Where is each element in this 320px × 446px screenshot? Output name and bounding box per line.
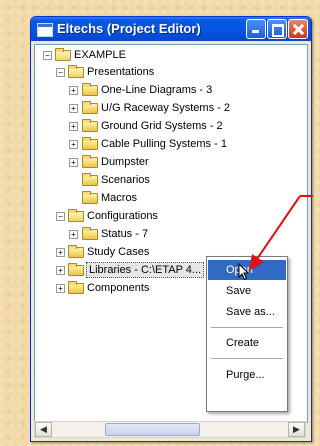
tree-item-label: Presentations: [87, 66, 155, 78]
expand-icon[interactable]: +: [56, 248, 65, 257]
tree-item-example[interactable]: − EXAMPLE: [35, 47, 305, 63]
tree-item-label: Components: [87, 282, 150, 294]
folder-icon: [82, 191, 98, 204]
minimize-button[interactable]: [246, 19, 266, 39]
folder-icon: [82, 101, 98, 114]
tree-item-label: Dumpster: [101, 156, 149, 168]
folder-icon: [82, 83, 98, 96]
annotation-arrow: [249, 195, 313, 271]
tree-item-label: Study Cases: [87, 246, 150, 258]
expand-icon[interactable]: +: [56, 284, 65, 293]
folder-icon: [68, 281, 84, 294]
menu-item-create[interactable]: Create: [208, 333, 286, 353]
tree-item-one-line[interactable]: + One-Line Diagrams - 3: [35, 82, 305, 98]
expand-icon[interactable]: +: [69, 230, 78, 239]
menu-separator: [211, 358, 283, 359]
tree-item-ug-raceway[interactable]: + U/G Raceway Systems - 2: [35, 100, 305, 116]
tree-item-dumpster[interactable]: + Dumpster: [35, 154, 305, 170]
expand-icon[interactable]: +: [69, 158, 78, 167]
expand-icon[interactable]: +: [56, 266, 65, 275]
window-title: Eltechs (Project Editor): [57, 21, 201, 36]
close-button[interactable]: [288, 19, 308, 39]
tree-item-label: Cable Pulling Systems - 1: [101, 138, 227, 150]
folder-icon: [82, 227, 98, 240]
title-bar[interactable]: Eltechs (Project Editor): [31, 17, 311, 41]
tree-item-label: Scenarios: [101, 174, 150, 186]
tree-item-label: Macros: [101, 192, 138, 204]
collapse-icon[interactable]: −: [56, 68, 65, 77]
folder-icon: [82, 137, 98, 150]
tree-item-label: Configurations: [87, 210, 158, 222]
folder-open-icon: [68, 209, 84, 222]
collapse-icon[interactable]: −: [56, 212, 65, 221]
maximize-button[interactable]: [267, 19, 287, 39]
horizontal-scrollbar[interactable]: ◀ ▶: [34, 421, 306, 438]
collapse-icon[interactable]: −: [43, 51, 52, 60]
menu-item-save-as[interactable]: Save as...: [208, 302, 286, 322]
tree-item-label: Ground Grid Systems - 2: [101, 120, 223, 132]
scrollbar-thumb[interactable]: [105, 423, 200, 436]
tree-item-scenarios[interactable]: Scenarios: [35, 172, 305, 188]
menu-separator: [211, 327, 283, 328]
expand-icon[interactable]: +: [69, 140, 78, 149]
folder-icon: [82, 119, 98, 132]
window-icon: [37, 23, 53, 37]
tree-item-ground-grid[interactable]: + Ground Grid Systems - 2: [35, 118, 305, 134]
expand-icon[interactable]: +: [69, 104, 78, 113]
expand-icon[interactable]: +: [69, 122, 78, 131]
folder-open-icon: [55, 48, 71, 61]
tree-item-label: Status - 7: [101, 228, 149, 240]
scroll-left-icon[interactable]: ◀: [35, 422, 52, 437]
tree-item-label: One-Line Diagrams - 3: [101, 84, 213, 96]
menu-item-purge[interactable]: Purge...: [208, 365, 286, 385]
tree-item-cable-pulling[interactable]: + Cable Pulling Systems - 1: [35, 136, 305, 152]
expand-icon[interactable]: +: [69, 86, 78, 95]
tree-item-label: Libraries - C:\ETAP 4...: [86, 262, 205, 278]
folder-icon: [82, 155, 98, 168]
tree-item-presentations[interactable]: − Presentations: [35, 64, 305, 80]
folder-icon: [68, 245, 84, 258]
folder-open-icon: [68, 65, 84, 78]
folder-icon: [68, 263, 84, 276]
tree-item-label: U/G Raceway Systems - 2: [101, 102, 230, 114]
folder-icon: [82, 173, 98, 186]
menu-item-save[interactable]: Save: [208, 281, 286, 301]
scroll-right-icon[interactable]: ▶: [288, 422, 305, 437]
tree-item-label: EXAMPLE: [74, 49, 126, 61]
